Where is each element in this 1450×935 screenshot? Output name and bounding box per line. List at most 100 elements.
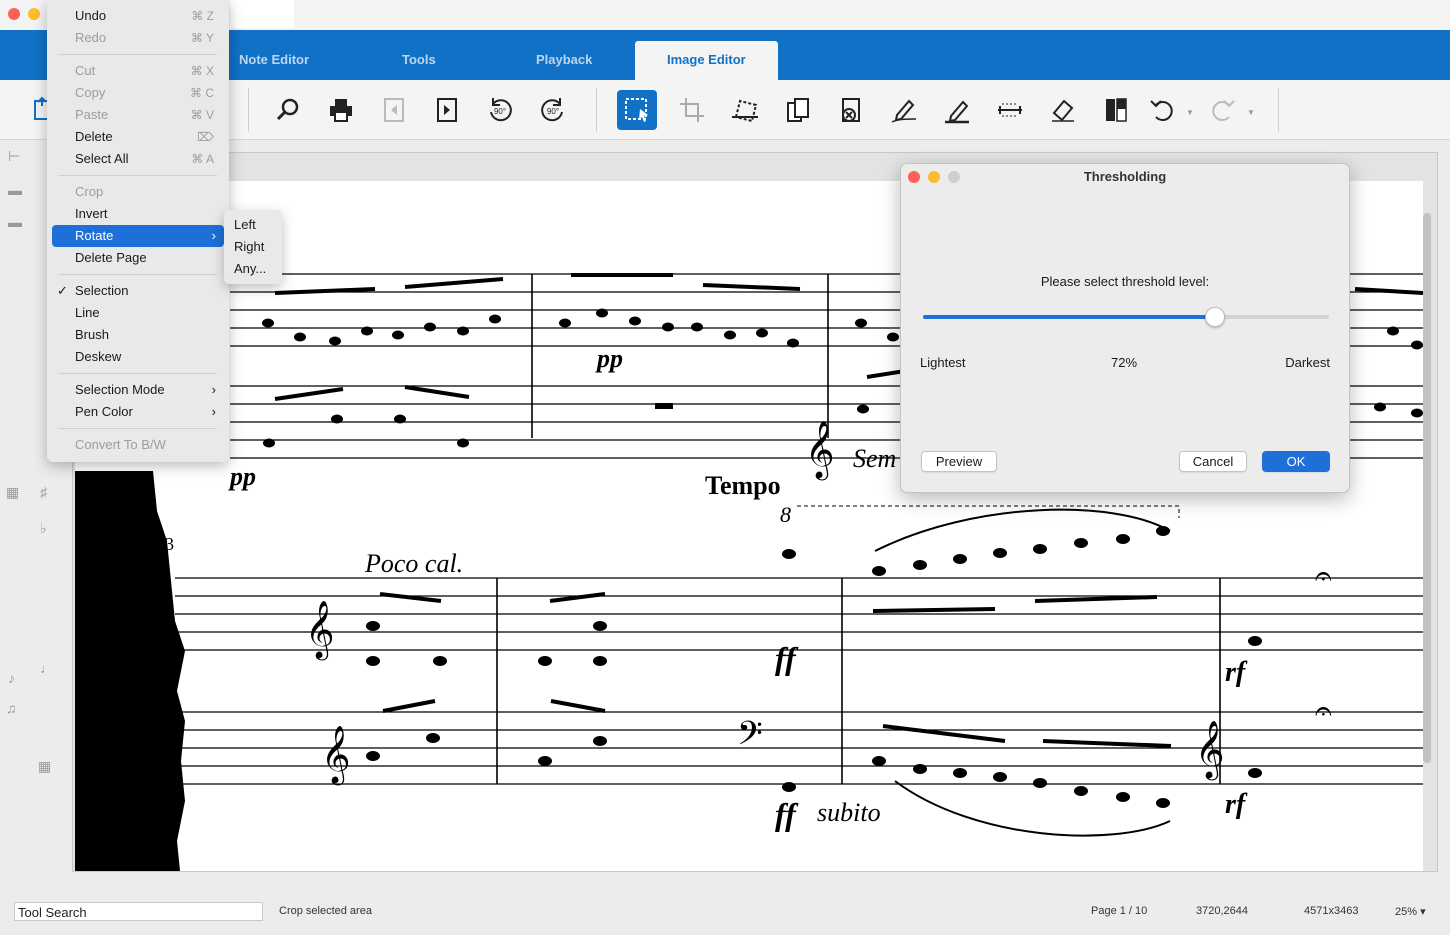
tab-playback[interactable]: Playback	[536, 52, 592, 67]
menu-item-brush[interactable]: Brush	[52, 324, 224, 346]
threshold-prompt: Please select threshold level:	[1040, 274, 1210, 289]
menu-item-copy[interactable]: Copy ⌘ C	[52, 82, 224, 104]
menu-item-label: Brush	[75, 327, 109, 342]
cursor-coordinates: 3720,2644	[1196, 905, 1248, 917]
zoom-button[interactable]	[268, 90, 308, 130]
menu-item-crop[interactable]: Crop	[52, 181, 224, 203]
svg-text:𝄞: 𝄞	[305, 601, 335, 661]
measure-icon[interactable]: ⊢	[8, 148, 20, 165]
submenu-item-rotate-left[interactable]: Left	[224, 214, 282, 236]
tab-note-editor[interactable]: Note Editor	[239, 52, 309, 67]
rotate-right-button[interactable]: 90°	[533, 90, 573, 130]
pen-tool-button[interactable]	[884, 90, 924, 130]
menu-item-redo[interactable]: Redo ⌘ Y	[52, 27, 224, 49]
copy-page-button[interactable]	[778, 90, 818, 130]
menu-separator	[59, 175, 217, 176]
flat-icon[interactable]: ♭	[40, 520, 47, 537]
menu-item-delete[interactable]: Delete ⌦	[52, 126, 224, 148]
menu-item-invert[interactable]: Invert	[52, 203, 224, 225]
svg-text:𝄞: 𝄞	[321, 726, 351, 786]
rest-icon[interactable]: ▬	[8, 182, 22, 198]
menu-item-convert-bw[interactable]: Convert To B/W	[52, 434, 224, 456]
beam-icon[interactable]: ♫	[6, 700, 17, 716]
grid-icon[interactable]: ▦	[6, 484, 19, 501]
svg-text:𝄞: 𝄞	[1195, 721, 1225, 781]
eraser-tool-button[interactable]	[1043, 90, 1083, 130]
redo-button[interactable]	[1203, 90, 1243, 130]
cancel-button[interactable]: Cancel	[1179, 451, 1247, 472]
menu-item-delete-page[interactable]: Delete Page	[52, 247, 224, 269]
menu-item-cut[interactable]: Cut ⌘ X	[52, 60, 224, 82]
tab-tools[interactable]: Tools	[402, 52, 436, 67]
menu-item-undo[interactable]: Undo ⌘ Z	[52, 5, 224, 27]
contrast-icon	[1106, 98, 1127, 122]
chevron-right-icon: ›	[211, 382, 216, 397]
close-window-button[interactable]	[8, 8, 20, 20]
status-hint: Crop selected area	[279, 905, 372, 917]
undo-dropdown-icon[interactable]: ▼	[1186, 108, 1194, 117]
toolbar-separator	[248, 88, 249, 132]
menu-item-pen-color[interactable]: Pen Color ›	[52, 401, 224, 423]
quarter-note-icon[interactable]: ♩	[40, 660, 54, 676]
menu-item-rotate[interactable]: Rotate ›	[52, 225, 224, 247]
menu-item-label: Rotate	[75, 228, 114, 243]
rotate-left-button[interactable]: 90°	[480, 90, 520, 130]
previous-page-button[interactable]	[374, 90, 414, 130]
tab-image-editor[interactable]: Image Editor	[635, 41, 778, 80]
tool-search-input[interactable]: Tool Search	[14, 902, 263, 921]
menu-item-paste[interactable]: Paste ⌘ V	[52, 104, 224, 126]
delete-page-button[interactable]	[831, 90, 871, 130]
octave-mark: 8	[780, 502, 791, 527]
menu-item-deskew[interactable]: Deskew	[52, 346, 224, 368]
redo-dropdown-icon[interactable]: ▼	[1247, 108, 1255, 117]
ok-button[interactable]: OK	[1262, 451, 1330, 472]
menu-item-select-all[interactable]: Select All ⌘ A	[52, 148, 224, 170]
threshold-slider[interactable]	[923, 307, 1329, 327]
threshold-button[interactable]	[1096, 90, 1136, 130]
dynamic-mark: rf	[1225, 657, 1248, 688]
shortcut-label: ⌘ Z	[191, 9, 214, 23]
minimize-window-button[interactable]	[28, 8, 40, 20]
menu-item-label: Delete	[75, 129, 113, 144]
pen-icon	[891, 99, 917, 123]
brush-icon	[945, 100, 969, 124]
next-page-button[interactable]	[427, 90, 467, 130]
menu-item-label: Selection	[75, 283, 129, 298]
undo-icon	[1150, 100, 1173, 121]
delete-page-icon	[842, 98, 860, 122]
menu-item-label: Convert To B/W	[75, 437, 166, 452]
title-field	[230, 0, 294, 28]
shortcut-label: ⌘ Y	[190, 31, 214, 45]
edit-menu: Undo ⌘ Z Redo ⌘ Y Cut ⌘ X Copy ⌘ C Paste ⌘ V …	[47, 0, 229, 462]
rotate-left-icon: 90°	[490, 98, 512, 122]
menu-item-line[interactable]: Line	[52, 302, 224, 324]
submenu-item-rotate-right[interactable]: Right	[224, 236, 282, 258]
print-button[interactable]	[321, 90, 361, 130]
crop-button[interactable]	[672, 90, 712, 130]
image-size: 4571x3463	[1304, 905, 1359, 917]
eighth-note-icon[interactable]: ♪	[8, 670, 15, 686]
slider-thumb[interactable]	[1205, 307, 1226, 327]
chevron-right-icon: ›	[211, 404, 216, 419]
menu-separator	[59, 428, 217, 429]
vertical-scrollbar[interactable]	[1423, 213, 1431, 763]
undo-button[interactable]	[1142, 90, 1182, 130]
menu-item-label: Delete Page	[75, 250, 147, 265]
brush-tool-button[interactable]	[937, 90, 977, 130]
rotate-submenu: Left Right Any...	[224, 210, 282, 284]
menu-item-selection-mode[interactable]: Selection Mode ›	[52, 379, 224, 401]
submenu-item-rotate-any[interactable]: Any...	[224, 258, 282, 280]
preview-button[interactable]: Preview	[921, 451, 997, 472]
line-tool-icon	[998, 103, 1022, 117]
grid-icon[interactable]: ▦	[38, 758, 51, 775]
slider-fill	[923, 315, 1216, 319]
rest-icon[interactable]: ▬	[8, 214, 22, 230]
line-tool-button[interactable]	[990, 90, 1030, 130]
expression-text: Sem	[853, 444, 896, 473]
deskew-icon	[732, 99, 758, 123]
sharp-icon[interactable]: ♯	[40, 484, 47, 500]
zoom-level[interactable]: 25% ▾	[1395, 905, 1426, 918]
selection-tool-button[interactable]	[617, 90, 657, 130]
menu-item-selection[interactable]: ✓ Selection	[52, 280, 224, 302]
deskew-button[interactable]	[725, 90, 765, 130]
